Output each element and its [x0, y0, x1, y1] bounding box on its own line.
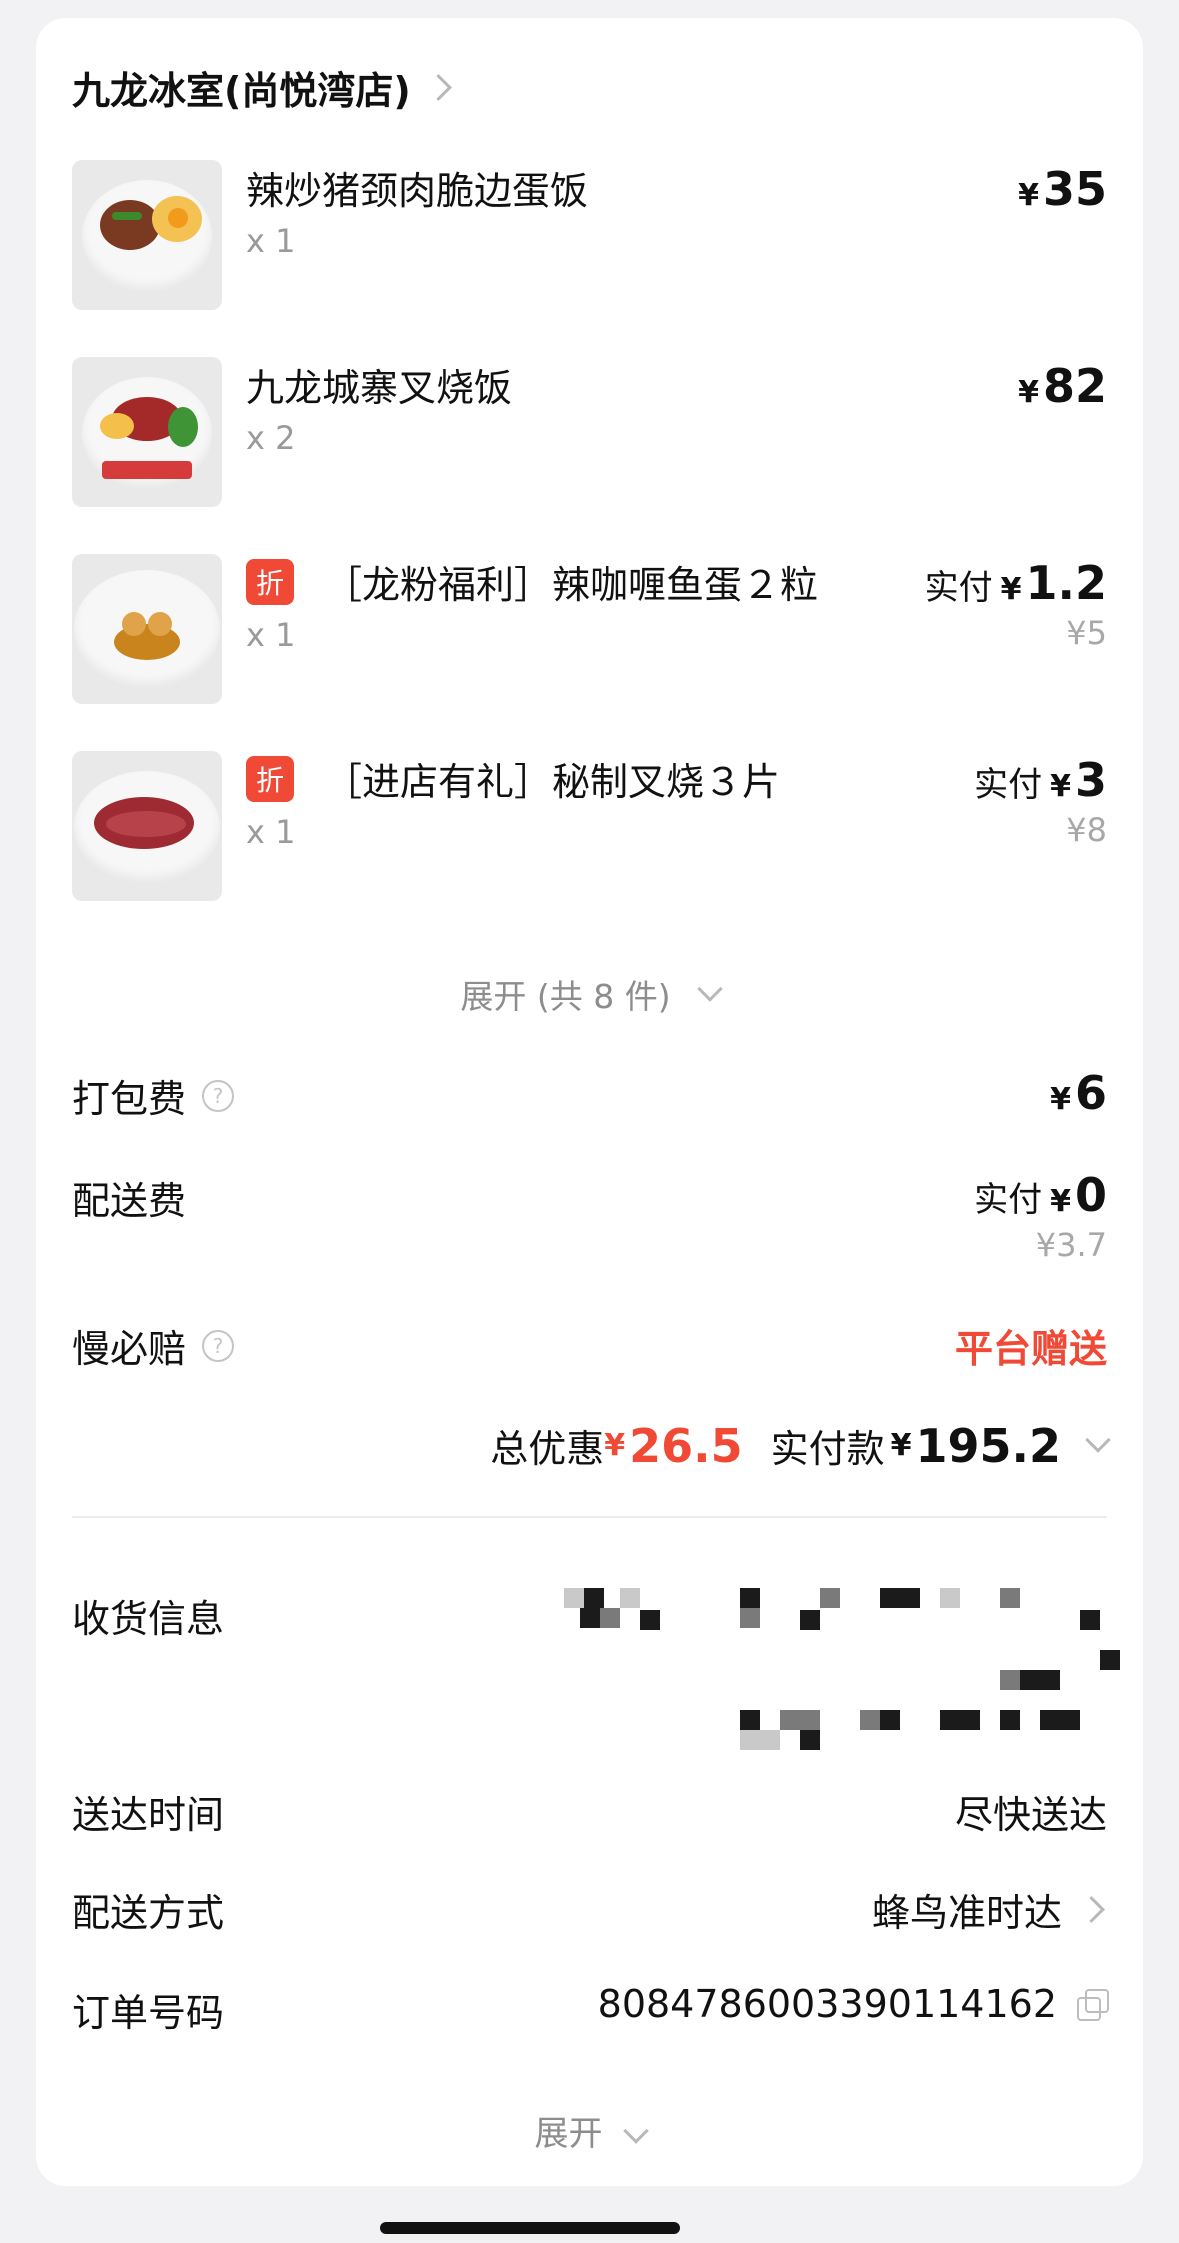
item-quantity: x 1 — [246, 813, 296, 851]
delivery-fee-label: 配送费 — [72, 1179, 187, 1223]
order-number-value: 8084786003390114162 — [597, 1982, 1057, 2026]
delivery-method-label: 配送方式 — [72, 1891, 225, 1935]
order-number-row: 8084786003390114162 — [597, 1982, 1109, 2026]
total-discount-value: 26.5 — [629, 1418, 743, 1473]
delivery-time-label: 送达时间 — [72, 1793, 225, 1837]
order-item[interactable]: 辣炒猪颈肉脆边蛋饭 x 1 ¥35 — [72, 160, 1107, 310]
item-price: ¥35 — [1018, 162, 1107, 216]
packing-fee-label: 打包费 ? — [72, 1068, 235, 1123]
item-quantity: x 1 — [246, 222, 296, 260]
late-compensation-label: 慢必赔 ? — [72, 1318, 235, 1373]
item-original-price: ¥5 — [1066, 614, 1107, 652]
order-totals[interactable]: 总优惠 ¥ 26.5 实付款 ¥ 195.2 — [490, 1418, 1111, 1473]
order-item[interactable]: 折 ［龙粉福利］辣咖喱鱼蛋２粒 x 1 实付 ¥1.2 ¥5 — [72, 554, 1107, 704]
order-number-label: 订单号码 — [72, 1991, 225, 2035]
delivery-fee-value: 实付 ¥0 — [974, 1168, 1107, 1222]
item-thumbnail — [72, 554, 222, 704]
late-compensation-value: 平台赠送 — [954, 1327, 1107, 1371]
order-item[interactable]: 折 ［进店有礼］秘制叉烧３片 x 1 实付 ¥3 ¥8 — [72, 751, 1107, 901]
item-original-price: ¥8 — [1066, 811, 1107, 849]
help-circle-icon[interactable]: ? — [202, 1079, 235, 1112]
chevron-down-icon — [622, 2117, 649, 2144]
chevron-right-icon — [1078, 1896, 1105, 1923]
delivery-method-link[interactable]: 蜂鸟准时达 — [872, 1882, 1107, 1937]
help-circle-icon[interactable]: ? — [202, 1329, 235, 1362]
delivery-fee-original: ¥3.7 — [1035, 1226, 1107, 1264]
order-detail-card: 九龙冰室(尚悦湾店) 辣炒猪颈肉脆边蛋饭 x 1 ¥35 九龙城寨叉烧饭 x 2… — [36, 18, 1143, 2186]
chevron-right-icon — [424, 74, 452, 101]
paid-amount-label: 实付款 — [770, 1427, 885, 1471]
home-indicator[interactable] — [380, 2222, 680, 2234]
item-thumbnail — [72, 160, 222, 310]
item-quantity: x 1 — [246, 616, 296, 654]
item-paid-price: 实付 ¥1.2 — [924, 556, 1107, 610]
item-thumbnail — [72, 751, 222, 901]
chevron-down-icon — [696, 976, 723, 1002]
packing-fee-value: ¥6 — [1050, 1066, 1107, 1120]
chevron-down-icon — [1085, 1426, 1111, 1453]
item-price: ¥82 — [1018, 359, 1107, 413]
item-thumbnail — [72, 357, 222, 507]
receiver-info-label: 收货信息 — [72, 1597, 225, 1641]
item-name: 九龙城寨叉烧饭 — [246, 366, 513, 410]
delivery-method-value: 蜂鸟准时达 — [871, 1891, 1062, 1935]
item-paid-price: 实付 ¥3 — [974, 753, 1107, 807]
divider — [72, 1516, 1107, 1518]
item-name: 辣炒猪颈肉脆边蛋饭 — [246, 169, 589, 213]
paid-amount-value: 195.2 — [915, 1418, 1061, 1473]
discount-badge: 折 — [246, 558, 294, 605]
item-name: 折 ［进店有礼］秘制叉烧３片 — [246, 751, 780, 806]
item-name: 折 ［龙粉福利］辣咖喱鱼蛋２粒 — [246, 554, 818, 609]
expand-more-button[interactable]: 展开 — [36, 2106, 1143, 2155]
delivery-time-value: 尽快送达 — [954, 1793, 1107, 1837]
store-name-link[interactable]: 九龙冰室(尚悦湾店) — [72, 60, 452, 115]
discount-badge: 折 — [246, 755, 294, 802]
order-item[interactable]: 九龙城寨叉烧饭 x 2 ¥82 — [72, 357, 1107, 507]
item-quantity: x 2 — [246, 419, 296, 457]
store-name: 九龙冰室(尚悦湾店) — [72, 69, 411, 113]
expand-items-button[interactable]: 展开 (共 8 件) — [36, 970, 1143, 1018]
total-discount-label: 总优惠 — [490, 1427, 605, 1471]
copy-icon[interactable] — [1077, 1989, 1109, 2021]
